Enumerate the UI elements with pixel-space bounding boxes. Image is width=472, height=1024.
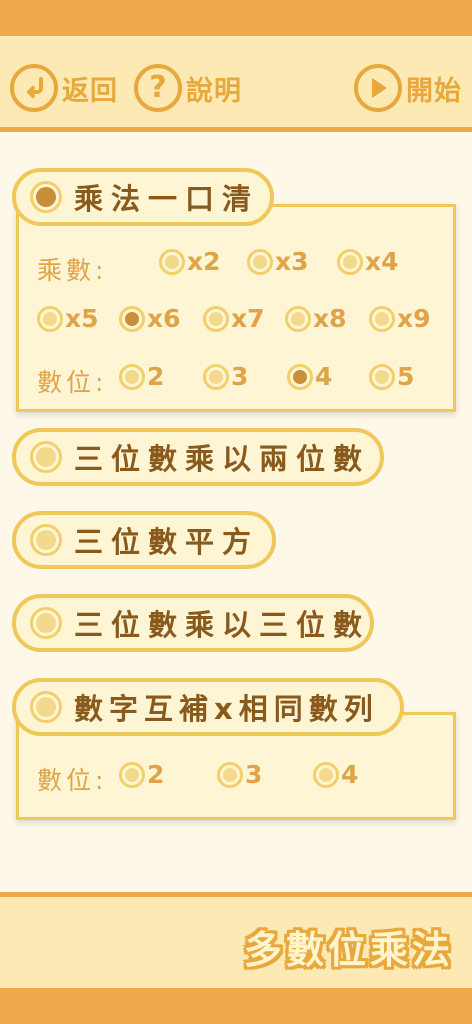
mode2-label: 三位數乘以兩位數	[74, 442, 371, 476]
mode5-digits-option-4[interactable]: 4	[313, 760, 358, 789]
digits-option-5[interactable]: 5	[369, 362, 414, 391]
mode5-label: 數字互補x相同數列	[74, 692, 379, 726]
mode5-radio[interactable]	[30, 691, 62, 723]
digits-label: 數位:	[37, 368, 108, 397]
mode2-option[interactable]: 三位數乘以兩位數	[12, 428, 384, 486]
mode1-option[interactable]: 乘法一口清	[12, 168, 274, 226]
multiplier-option-x6[interactable]: x6	[119, 304, 181, 333]
digits-label: 數位:	[37, 766, 108, 795]
multiplier-option-x7[interactable]: x7	[203, 304, 265, 333]
back-arrow-icon	[10, 64, 58, 112]
mode4-option[interactable]: 三位數乘以三位數	[12, 594, 374, 652]
header-toolbar: 返回 ? 說明 開始	[0, 36, 472, 132]
mode-list: 乘數: x2 x3 x4 x5 x6 x7 x8 x9 數位: 2 3 4 5 …	[0, 132, 472, 892]
multiplier-option-x9[interactable]: x9	[369, 304, 431, 333]
mode2-radio[interactable]	[30, 441, 62, 473]
bottom-bar	[0, 988, 472, 1024]
back-button[interactable]: 返回	[10, 64, 118, 112]
multiplier-option-x4[interactable]: x4	[337, 247, 399, 276]
start-label: 開始	[406, 75, 462, 107]
start-button[interactable]: 開始	[354, 64, 462, 112]
back-label: 返回	[62, 75, 118, 107]
mode3-option[interactable]: 三位數平方	[12, 511, 276, 569]
question-icon: ?	[134, 64, 182, 112]
multiplier-option-x5[interactable]: x5	[37, 304, 99, 333]
mode5-digits-option-2[interactable]: 2	[119, 760, 164, 789]
footer: 多數位乘法	[0, 892, 472, 988]
digits-option-3[interactable]: 3	[203, 362, 248, 391]
help-button[interactable]: ? 說明	[134, 64, 242, 112]
mode3-radio[interactable]	[30, 524, 62, 556]
mode1-options-panel: 乘數: x2 x3 x4 x5 x6 x7 x8 x9 數位: 2 3 4 5	[16, 204, 456, 412]
top-bar	[0, 0, 472, 36]
multiplier-option-x8[interactable]: x8	[285, 304, 347, 333]
mode5-digits-option-3[interactable]: 3	[217, 760, 262, 789]
radio-selected[interactable]	[287, 363, 313, 390]
mode4-label: 三位數乘以三位數	[74, 608, 371, 642]
multiplier-option-x2[interactable]: x2	[159, 247, 221, 276]
radio-selected[interactable]	[119, 305, 145, 332]
multiplier-label: 乘數:	[37, 256, 108, 285]
mode1-radio[interactable]	[30, 181, 62, 213]
footer-title: 多數位乘法	[243, 928, 454, 972]
play-icon	[354, 64, 402, 112]
digits-option-2[interactable]: 2	[119, 362, 164, 391]
digits-option-4[interactable]: 4	[287, 362, 332, 391]
mode1-label: 乘法一口清	[74, 182, 260, 216]
mode5-option[interactable]: 數字互補x相同數列	[12, 678, 404, 736]
multiplier-option-x3[interactable]: x3	[247, 247, 309, 276]
mode3-label: 三位數平方	[74, 525, 260, 559]
help-label: 說明	[186, 75, 242, 107]
mode4-radio[interactable]	[30, 607, 62, 639]
